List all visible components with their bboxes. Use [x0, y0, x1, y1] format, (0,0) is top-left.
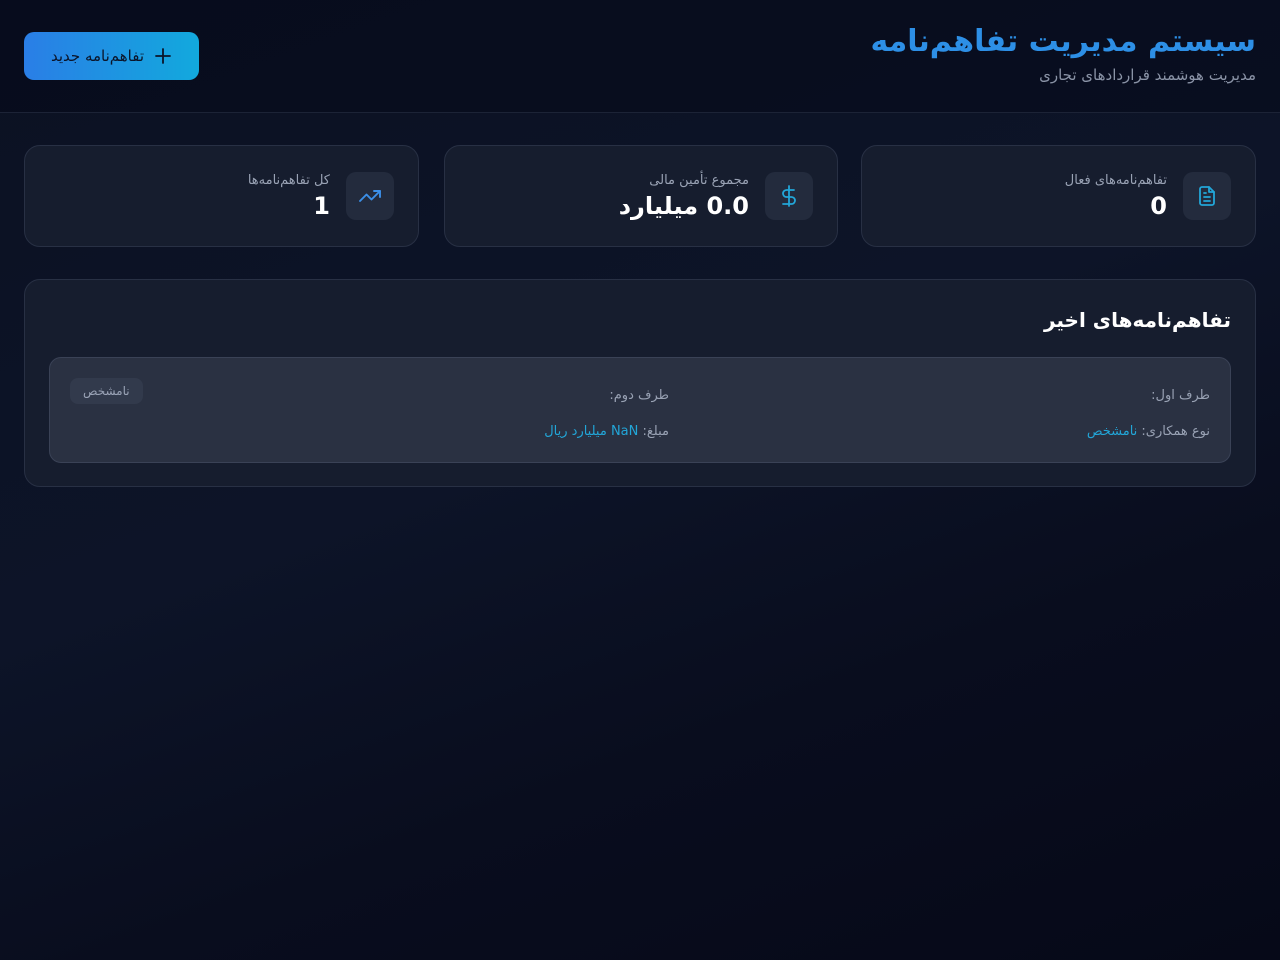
recent-mous-title: تفاهم‌نامه‌های اخیر — [1043, 308, 1231, 332]
stat-value: 1 — [313, 192, 330, 220]
page-header: سیستم مدیریت تفاهم‌نامه مدیریت هوشمند قر… — [0, 0, 1280, 113]
stat-text: تفاهم‌نامه‌های فعال 0 — [1065, 171, 1167, 221]
party1-label: طرف اول: — [1151, 388, 1210, 403]
document-icon — [1183, 172, 1231, 220]
app: سیستم مدیریت تفاهم‌نامه مدیریت هوشمند قر… — [0, 0, 1280, 960]
new-mou-button-label: تفاهم‌نامه جدید — [51, 47, 145, 65]
stats-row: تفاهم‌نامه‌های فعال 0 مجموع تأمین مالی 0… — [24, 145, 1256, 247]
plus-icon — [154, 47, 172, 65]
recent-mous-panel: تفاهم‌نامه‌های اخیر طرف اول: طرف دوم: نو… — [24, 279, 1256, 487]
cooperation-type-value: نامشخص — [1086, 424, 1138, 439]
stat-text: کل تفاهم‌نامه‌ها 1 — [248, 171, 330, 221]
list-item[interactable]: طرف اول: طرف دوم: نوع همکاری: نامشخص مبل… — [49, 357, 1231, 463]
title-block: سیستم مدیریت تفاهم‌نامه مدیریت هوشمند قر… — [870, 24, 1256, 86]
new-mou-button[interactable]: تفاهم‌نامه جدید — [24, 32, 199, 80]
stat-label: تفاهم‌نامه‌های فعال — [1064, 173, 1167, 188]
stat-value: 0.0 میلیارد — [618, 192, 749, 220]
page-subtitle: مدیریت هوشمند قراردادهای تجاری — [1039, 66, 1256, 84]
stat-label: کل تفاهم‌نامه‌ها — [247, 173, 330, 188]
amount-value: NaN میلیارد ریال — [544, 424, 639, 439]
amount-label: مبلغ: — [642, 424, 670, 439]
cooperation-type-field: نوع همکاری: نامشخص — [1087, 422, 1210, 442]
cooperation-type-label: نوع همکاری: — [1141, 424, 1210, 439]
dollar-icon — [765, 172, 813, 220]
stat-card-total: کل تفاهم‌نامه‌ها 1 — [24, 145, 419, 247]
status-badge: نامشخص — [70, 378, 143, 404]
stat-text: مجموع تأمین مالی 0.0 میلیارد — [619, 171, 749, 221]
party2-field: طرف دوم: — [609, 386, 669, 406]
stat-label: مجموع تأمین مالی — [649, 173, 749, 188]
party1-field: طرف اول: — [1151, 386, 1210, 406]
stat-card-active: تفاهم‌نامه‌های فعال 0 — [861, 145, 1256, 247]
page-title: سیستم مدیریت تفاهم‌نامه — [870, 24, 1256, 59]
stat-value: 0 — [1150, 192, 1167, 220]
trending-up-icon — [346, 172, 394, 220]
stat-card-funding: مجموع تأمین مالی 0.0 میلیارد — [444, 145, 838, 247]
amount-field: مبلغ: NaN میلیارد ریال — [544, 422, 669, 442]
party2-label: طرف دوم: — [609, 388, 669, 403]
